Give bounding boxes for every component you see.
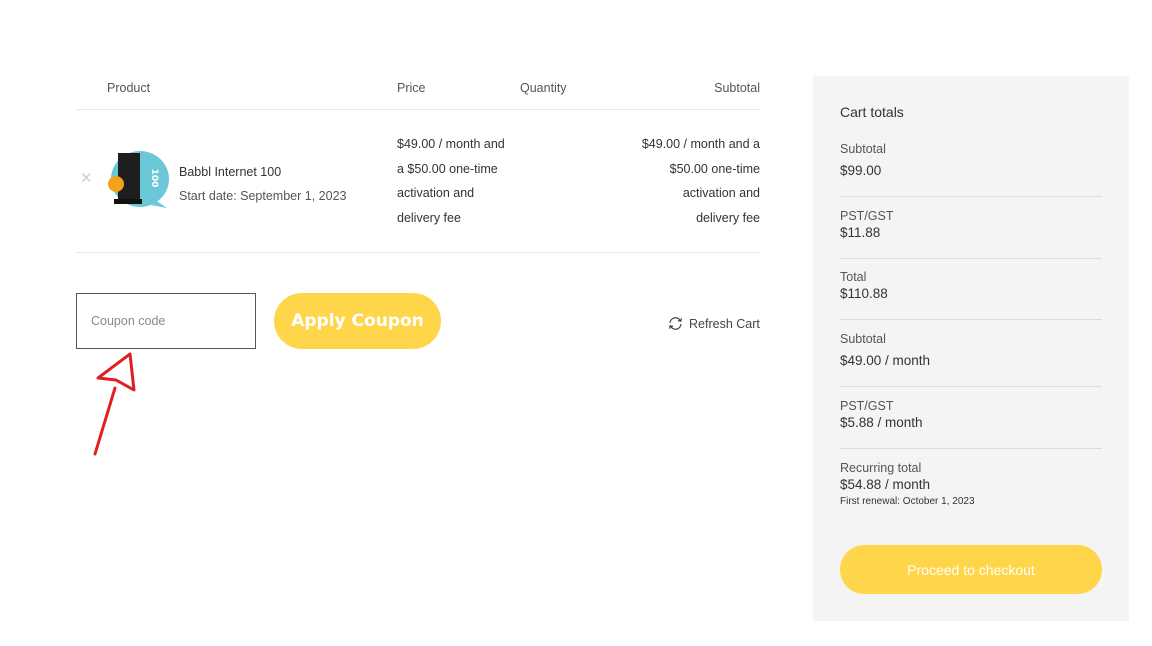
header-quantity: Quantity: [520, 81, 567, 95]
refresh-cart-label: Refresh Cart: [689, 316, 760, 331]
subtotal-line: $49.00 / month and a: [641, 137, 760, 151]
totals-row: Subtotal $49.00 / month: [840, 332, 1102, 368]
subtotal-line: $50.00 one-time: [669, 161, 760, 176]
proceed-to-checkout-button[interactable]: Proceed to checkout: [840, 545, 1102, 594]
product-subtotal: $49.00 / month and a $50.00 one-time act…: [630, 132, 760, 230]
first-renewal-note: First renewal: October 1, 2023: [840, 496, 975, 507]
totals-label: PST/GST: [840, 399, 894, 413]
apply-coupon-button[interactable]: Apply Coupon: [274, 293, 441, 349]
totals-value: $11.88: [840, 225, 881, 240]
totals-value: $99.00: [840, 163, 882, 178]
totals-value: $5.88 / month: [840, 415, 923, 430]
refresh-cart-button[interactable]: Refresh Cart: [667, 316, 760, 331]
totals-row: Total $110.88: [840, 270, 1102, 301]
totals-label: Recurring total: [840, 461, 922, 475]
thumbnail-badge: 100: [149, 169, 159, 188]
refresh-icon: [669, 317, 682, 330]
price-line: a $50.00 one-time: [397, 161, 498, 176]
cart-totals-title: Cart totals: [840, 104, 904, 120]
cart-totals-panel: Cart totals Subtotal $99.00 PST/GST $11.…: [813, 76, 1129, 621]
totals-row: Recurring total $54.88 / month First ren…: [840, 461, 1102, 507]
product-start-date: Start date: September 1, 2023: [179, 189, 347, 203]
divider: [840, 258, 1102, 259]
product-name[interactable]: Babbl Internet 100: [179, 160, 346, 184]
product-price: $49.00 / month and a $50.00 one-time act…: [397, 132, 515, 230]
cart-table: Product Price Quantity Subtotal ✕ 100 Ba…: [76, 70, 760, 253]
header-product: Product: [107, 81, 151, 95]
totals-label: Subtotal: [840, 142, 886, 156]
table-row: ✕ 100 Babbl Internet 100 Start date: Sep…: [76, 110, 760, 253]
price-line: activation and: [397, 186, 475, 200]
close-icon[interactable]: ✕: [80, 171, 94, 186]
cart-table-header: Product Price Quantity Subtotal: [76, 70, 760, 110]
totals-value: $49.00 / month: [840, 353, 931, 368]
price-line: delivery fee: [397, 210, 461, 225]
header-subtotal: Subtotal: [714, 81, 760, 95]
totals-row: Subtotal $99.00: [840, 142, 1102, 178]
subtotal-line: activation and: [682, 186, 760, 200]
header-price: Price: [397, 81, 426, 95]
totals-row: PST/GST $11.88: [840, 209, 1102, 240]
totals-label: Total: [840, 270, 867, 284]
subtotal-line: delivery fee: [696, 210, 760, 225]
coupon-code-input[interactable]: [76, 293, 256, 349]
divider: [840, 196, 1102, 197]
totals-value: $110.88: [840, 286, 888, 301]
divider: [840, 448, 1102, 449]
totals-label: Subtotal: [840, 332, 886, 346]
totals-label: PST/GST: [840, 209, 894, 223]
annotation-arrow: [93, 352, 136, 456]
price-line: $49.00 / month and: [397, 137, 505, 151]
divider: [840, 319, 1102, 320]
totals-row: PST/GST $5.88 / month: [840, 399, 1102, 430]
totals-value: $54.88 / month: [840, 477, 931, 492]
product-thumbnail[interactable]: 100: [107, 150, 169, 210]
divider: [840, 386, 1102, 387]
